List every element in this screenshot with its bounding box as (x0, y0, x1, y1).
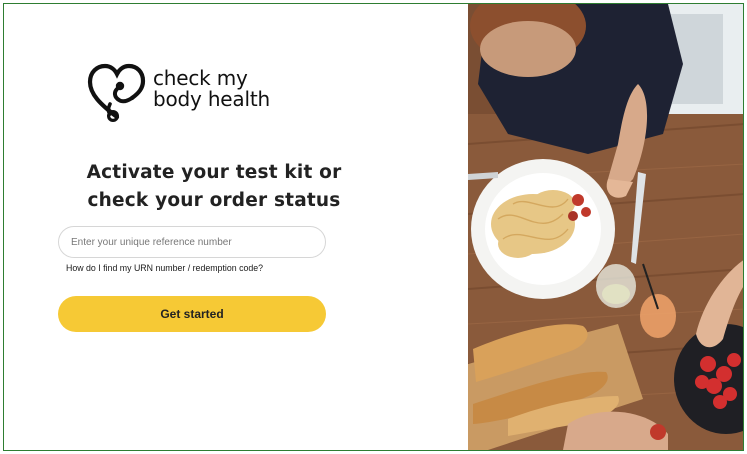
page-heading: Activate your test kit or check your ord… (24, 159, 404, 215)
get-started-button[interactable]: Get started (58, 296, 326, 332)
activation-panel: check my body health Activate your test … (4, 4, 468, 450)
brand-name: check my body health (153, 68, 270, 110)
page-frame: check my body health Activate your test … (3, 3, 744, 451)
brand-name-line2: body health (153, 87, 270, 111)
heart-stethoscope-icon (87, 63, 146, 122)
hero-photo (468, 4, 743, 450)
urn-input[interactable] (58, 226, 326, 258)
urn-help-link[interactable]: How do I find my URN number / redemption… (66, 263, 263, 273)
dining-table-image (468, 4, 743, 450)
heading-line2: check your order status (87, 190, 341, 211)
brand-logo: check my body health (86, 62, 296, 124)
heading-line1: Activate your test kit or (86, 162, 342, 183)
